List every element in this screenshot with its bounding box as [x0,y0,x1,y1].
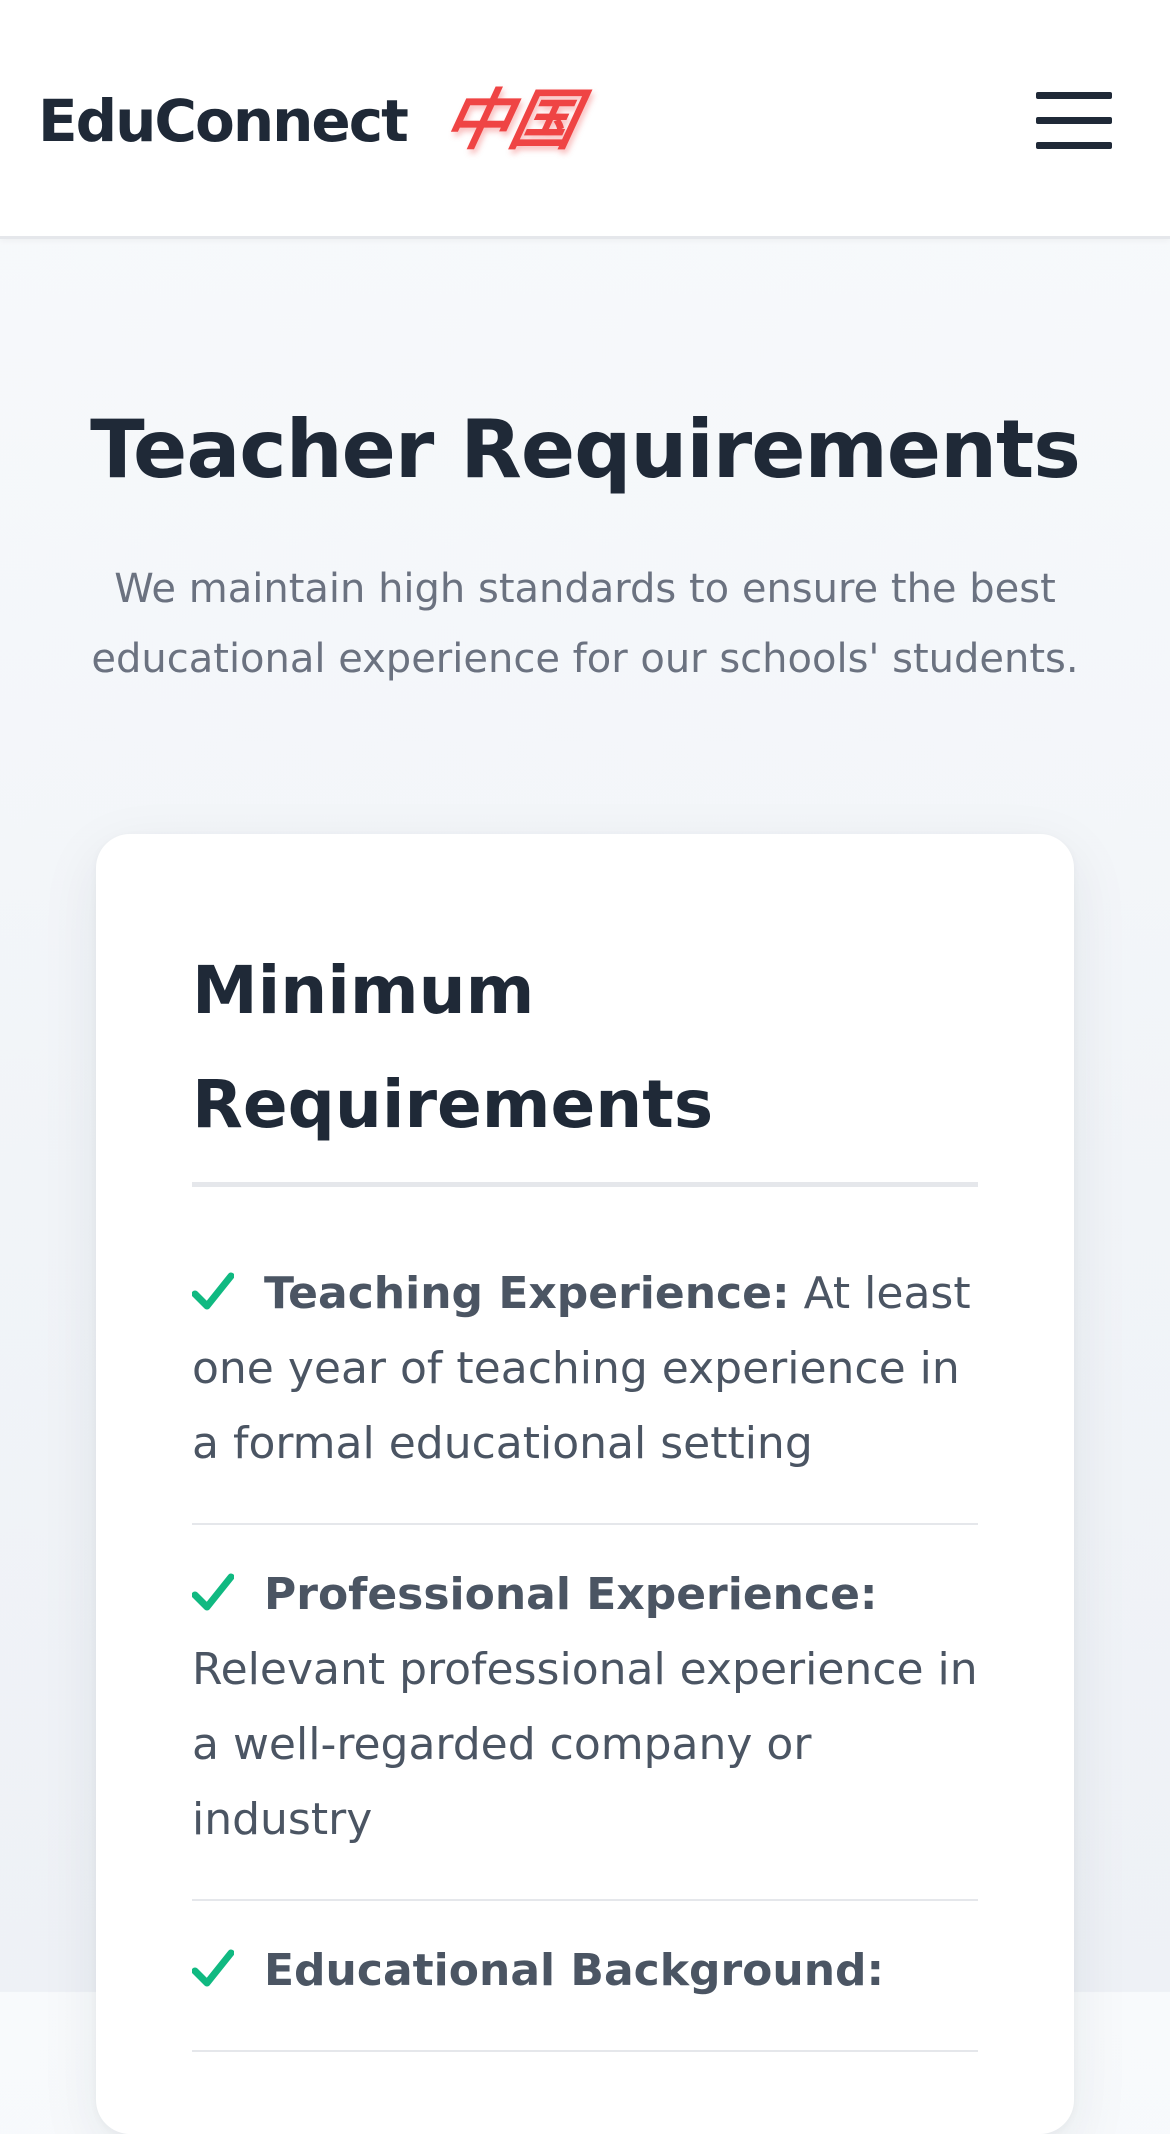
requirements-card: Minimum Requirements Teaching Experience… [96,834,1074,2134]
menu-bar [1036,117,1112,124]
hamburger-menu-icon[interactable] [1036,88,1112,152]
menu-bar [1036,92,1112,99]
requirement-label: Teaching Experience: [264,1268,790,1319]
requirement-item: Educational Background: [192,1933,978,2052]
page-title: Teacher Requirements [90,403,1081,496]
requirement-label: Professional Experience: [264,1569,878,1620]
requirement-text: Relevant professional experience in a we… [192,1644,978,1845]
check-icon [192,1573,234,1611]
brand-cn-mark: 中国 [436,82,586,159]
page-subtitle: We maintain high standards to ensure the… [91,566,1079,682]
check-icon [192,1272,234,1310]
brand-name: EduConnect [38,87,409,155]
card-title: Minimum Requirements [192,952,714,1143]
requirement-item: Teaching Experience: At least one year o… [192,1256,978,1525]
check-icon [192,1949,234,1987]
menu-bar [1036,142,1112,149]
requirement-label: Educational Background: [264,1945,885,1996]
requirements-list: Teaching Experience: At least one year o… [192,1256,978,2084]
brand-logo[interactable]: EduConnect 中国 [38,76,585,166]
card-divider [192,1182,978,1187]
requirement-item: Professional Experience: Relevant profes… [192,1557,978,1901]
site-header: EduConnect 中国 [0,0,1170,239]
